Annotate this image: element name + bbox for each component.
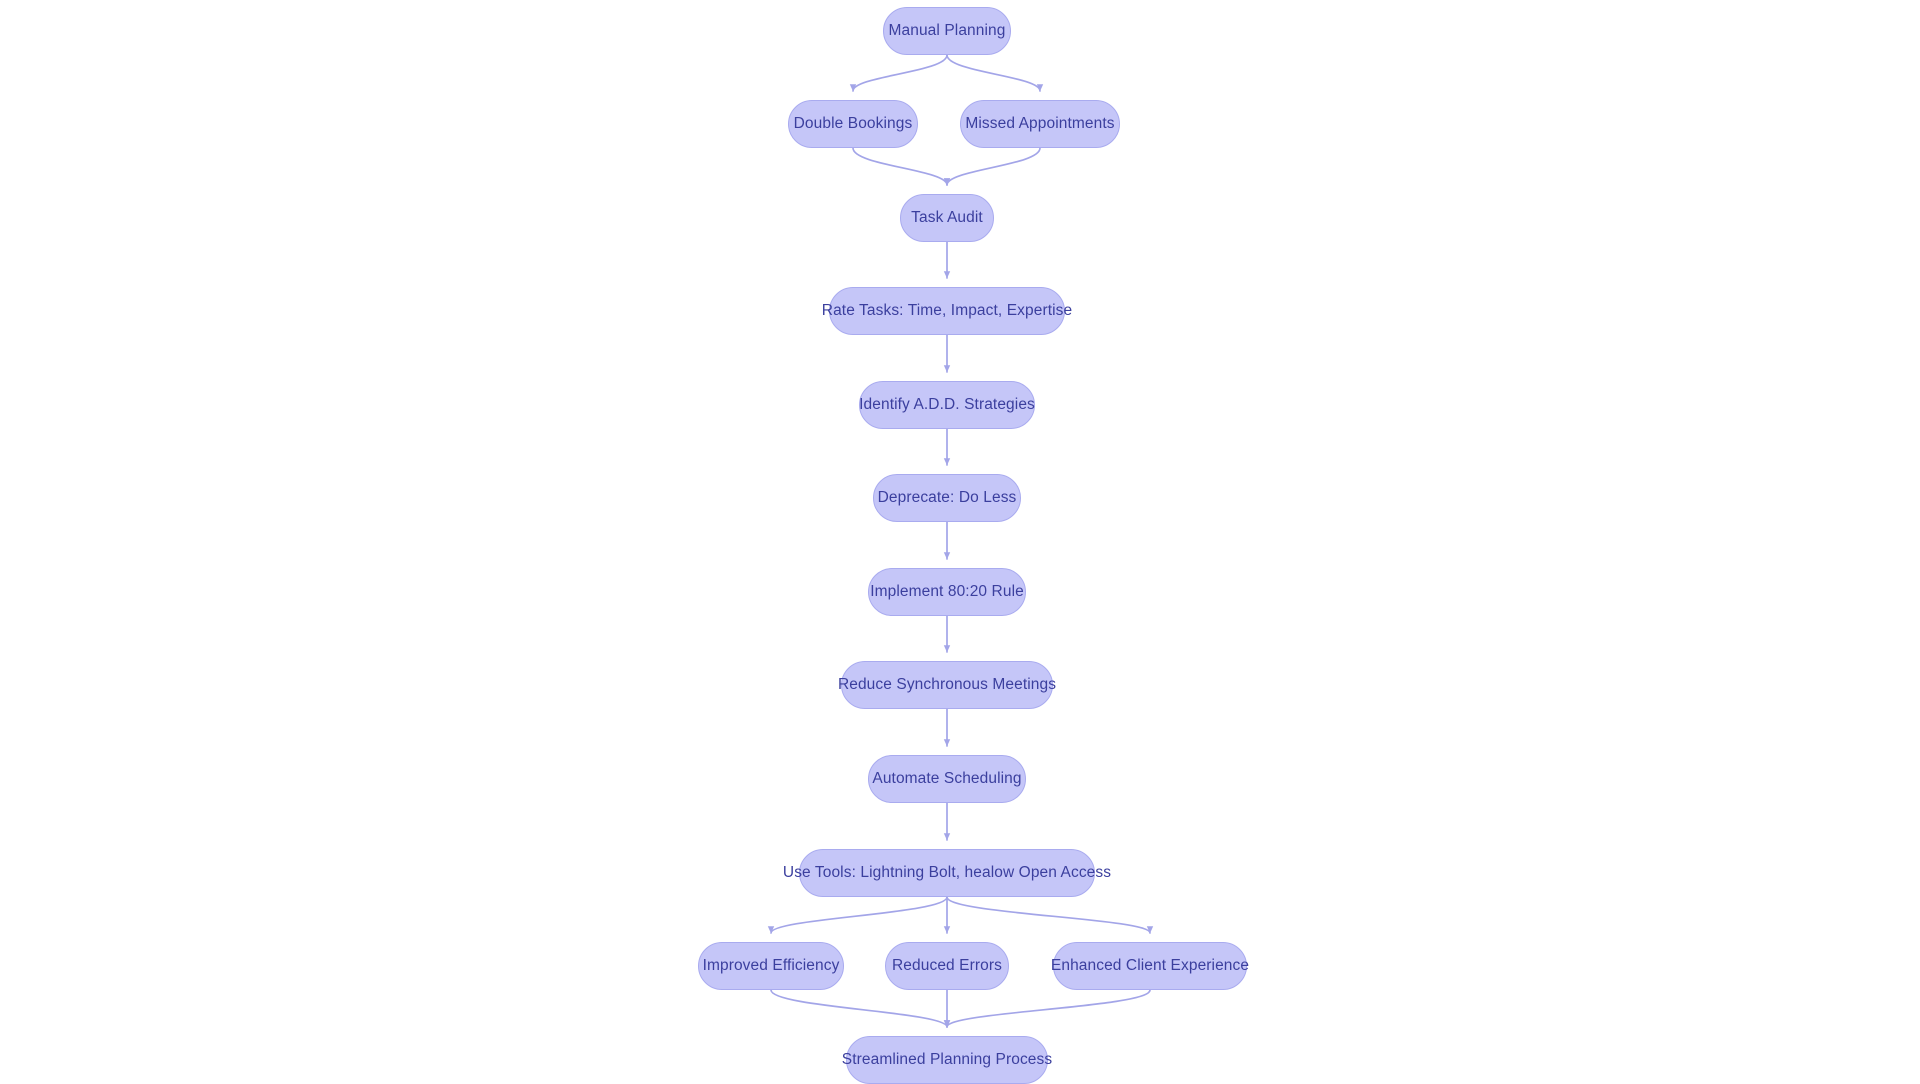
flow-node-label: Rate Tasks: Time, Impact, Expertise xyxy=(821,302,1073,320)
flow-node-missed_appointments[interactable]: Missed Appointments xyxy=(960,100,1120,148)
flow-node-label: Missed Appointments xyxy=(965,115,1115,133)
flow-node-rate_tasks[interactable]: Rate Tasks: Time, Impact, Expertise xyxy=(822,287,1072,335)
flow-node-use_tools[interactable]: Use Tools: Lightning Bolt, healow Open A… xyxy=(783,849,1111,897)
flow-node-label: Use Tools: Lightning Bolt, healow Open A… xyxy=(782,864,1112,882)
flow-node-implement_8020[interactable]: Implement 80:20 Rule xyxy=(868,568,1026,616)
flow-node-label: Enhanced Client Experience xyxy=(1050,957,1250,975)
flow-node-streamlined_process[interactable]: Streamlined Planning Process xyxy=(842,1036,1052,1084)
flow-node-label: Automate Scheduling xyxy=(872,770,1022,788)
flow-node-label: Reduced Errors xyxy=(892,957,1002,975)
flow-node-label: Reduce Synchronous Meetings xyxy=(837,676,1057,694)
flow-node-label: Task Audit xyxy=(911,209,983,227)
flow-node-double_bookings[interactable]: Double Bookings xyxy=(788,100,918,148)
flowchart-canvas: Manual Planning Double Bookings Missed App… xyxy=(0,0,1920,1084)
flow-node-improved_efficiency[interactable]: Improved Efficiency xyxy=(698,942,844,990)
flow-node-enhanced_client_exp[interactable]: Enhanced Client Experience xyxy=(1051,942,1249,990)
flow-node-label: Identify A.D.D. Strategies xyxy=(859,396,1035,414)
flow-node-label: Manual Planning xyxy=(888,22,1006,40)
flow-node-task_audit[interactable]: Task Audit xyxy=(900,194,994,242)
flow-node-reduced_errors[interactable]: Reduced Errors xyxy=(885,942,1009,990)
flow-node-label: Double Bookings xyxy=(793,115,913,133)
flow-node-label: Improved Efficiency xyxy=(702,957,840,975)
flow-node-label: Streamlined Planning Process xyxy=(841,1051,1053,1069)
flow-node-reduce_sync_meetings[interactable]: Reduce Synchronous Meetings xyxy=(838,661,1056,709)
flow-node-identify_add[interactable]: Identify A.D.D. Strategies xyxy=(859,381,1035,429)
flow-node-manual_planning[interactable]: Manual Planning xyxy=(883,7,1011,55)
flow-node-label: Implement 80:20 Rule xyxy=(870,583,1024,601)
flow-node-label: Deprecate: Do Less xyxy=(877,489,1017,507)
node-layer: Manual Planning Double Bookings Missed App… xyxy=(0,0,1920,1084)
flow-node-deprecate[interactable]: Deprecate: Do Less xyxy=(873,474,1021,522)
flow-node-automate_scheduling[interactable]: Automate Scheduling xyxy=(868,755,1026,803)
